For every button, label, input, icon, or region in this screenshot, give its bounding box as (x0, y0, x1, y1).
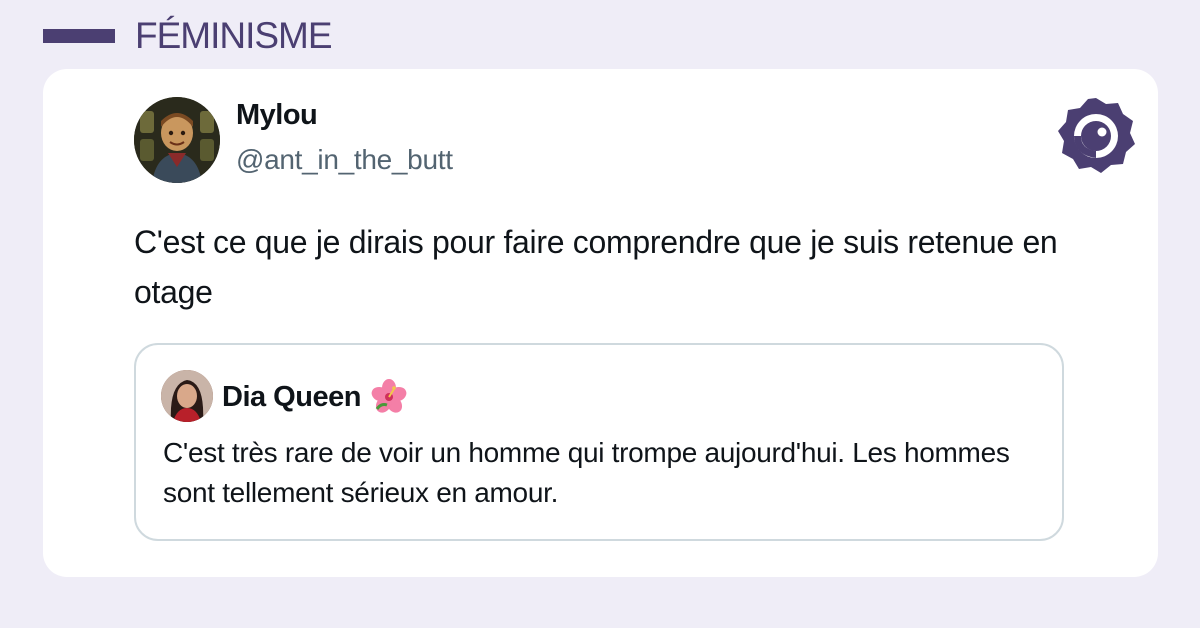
tweet-card: Mylou @ant_in_the_butt C'est ce que je d… (43, 69, 1158, 577)
hibiscus-icon (371, 379, 407, 413)
author-avatar[interactable] (134, 97, 220, 183)
category-bar (43, 29, 115, 43)
category-label: FÉMINISME (135, 15, 333, 56)
author-name[interactable]: Mylou (236, 99, 318, 132)
quoted-author-avatar[interactable] (161, 370, 213, 422)
quoted-tweet[interactable]: Dia Queen C'est très rare de voir un hom… (134, 343, 1064, 541)
quoted-author[interactable]: Dia Queen (222, 379, 407, 415)
brand-logo-icon (1056, 95, 1136, 175)
category-header: FÉMINISME (43, 14, 333, 58)
author-avatar-image (134, 97, 220, 183)
tweet-text: C'est ce que je dirais pour faire compre… (134, 224, 1058, 310)
quoted-author-name: Dia Queen (222, 380, 361, 413)
quoted-avatar-image (161, 370, 213, 422)
quoted-tweet-text: C'est très rare de voir un homme qui tro… (163, 437, 1010, 508)
author-handle[interactable]: @ant_in_the_butt (236, 144, 453, 176)
